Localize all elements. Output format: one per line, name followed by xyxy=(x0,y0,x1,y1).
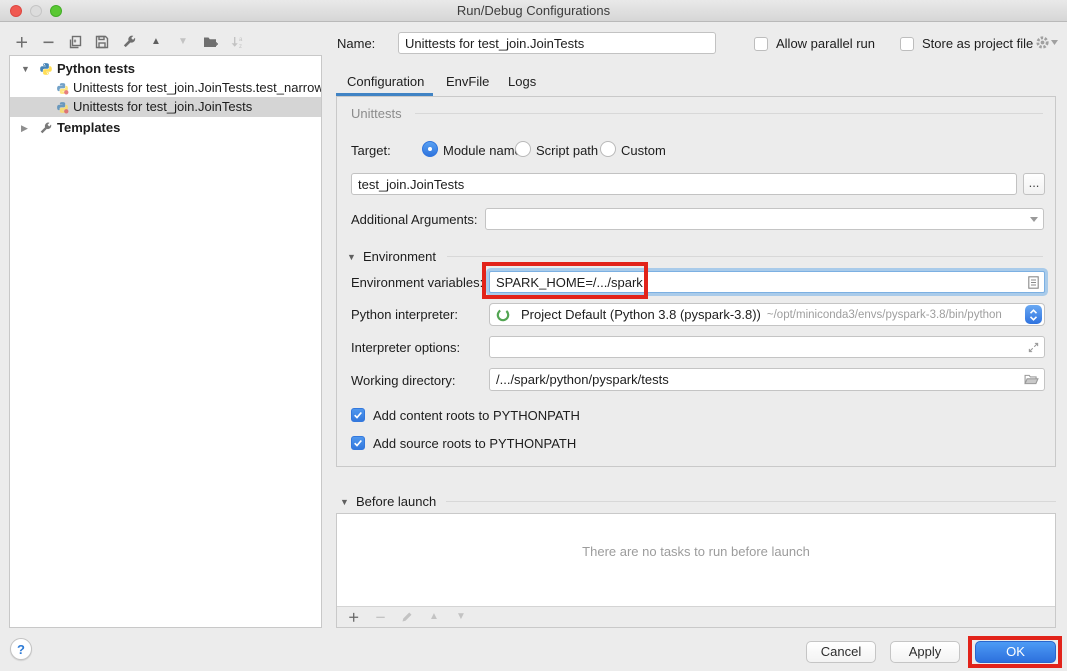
remove-icon[interactable] xyxy=(39,33,57,51)
add-source-roots-checkbox[interactable] xyxy=(351,436,365,450)
apply-button[interactable]: Apply xyxy=(890,641,960,663)
move-down-icon: ▼ xyxy=(454,610,468,624)
tree-node-unittests-test-narrow[interactable]: Unittests for test_join.JoinTests.test_n… xyxy=(10,78,321,98)
chevron-down-icon[interactable]: ▼ xyxy=(347,252,356,262)
svg-text:z: z xyxy=(239,44,242,49)
before-launch-label: Before launch xyxy=(356,494,436,509)
title-bar: Run/Debug Configurations xyxy=(0,0,1067,22)
environment-variables-label: Environment variables: xyxy=(351,275,483,290)
tree-node-label: Templates xyxy=(57,118,120,138)
remove-icon xyxy=(373,610,387,624)
stepper-icon[interactable] xyxy=(1025,305,1042,324)
working-directory-field[interactable] xyxy=(489,368,1045,391)
environment-group-label: Environment xyxy=(363,249,436,264)
copy-icon[interactable] xyxy=(66,33,84,51)
divider xyxy=(447,256,1043,257)
additional-arguments-input[interactable] xyxy=(486,212,1030,227)
python-interpreter-select[interactable]: Project Default (Python 3.8 (pyspark-3.8… xyxy=(489,303,1045,326)
expand-icon[interactable] xyxy=(1028,342,1039,353)
tree-node-label: Python tests xyxy=(57,59,135,79)
move-down-icon: ▼ xyxy=(174,33,192,51)
browse-button[interactable]: ... xyxy=(1023,173,1045,195)
python-interpreter-value: Project Default (Python 3.8 (pyspark-3.8… xyxy=(521,307,761,322)
add-content-roots-checkbox[interactable] xyxy=(351,408,365,422)
tree-node-templates[interactable]: ▶ Templates xyxy=(10,118,321,138)
divider xyxy=(446,501,1056,502)
allow-parallel-run-label: Allow parallel run xyxy=(776,36,875,51)
store-as-project-file-label: Store as project file xyxy=(922,36,1033,51)
interpreter-options-field[interactable] xyxy=(489,336,1045,358)
move-up-icon[interactable]: ▲ xyxy=(147,33,165,51)
name-label: Name: xyxy=(337,36,375,51)
name-input[interactable] xyxy=(398,32,716,54)
gear-icon[interactable] xyxy=(1035,35,1058,50)
radio-module-name[interactable] xyxy=(422,141,438,157)
conda-environment-icon xyxy=(496,308,510,322)
edit-templates-wrench-icon[interactable] xyxy=(120,33,138,51)
python-test-config-icon xyxy=(56,100,69,117)
add-icon[interactable] xyxy=(346,610,360,624)
save-icon[interactable] xyxy=(93,33,111,51)
python-interpreter-path: ~/opt/miniconda3/envs/pyspark-3.8/bin/py… xyxy=(767,309,1025,321)
interpreter-options-label: Interpreter options: xyxy=(351,340,460,355)
wrench-icon xyxy=(39,121,52,138)
edit-icon xyxy=(400,610,414,624)
tab-logs[interactable]: Logs xyxy=(508,70,536,94)
browse-variables-icon[interactable] xyxy=(1028,276,1039,289)
module-name-input[interactable] xyxy=(351,173,1017,195)
store-as-project-file-checkbox[interactable] xyxy=(900,37,914,51)
cancel-button[interactable]: Cancel xyxy=(806,641,876,663)
radio-script-path-label: Script path xyxy=(536,143,598,158)
radio-custom[interactable] xyxy=(600,141,616,157)
divider xyxy=(415,113,1043,114)
help-button[interactable]: ? xyxy=(10,638,32,660)
tree-node-label: Unittests for test_join.JoinTests xyxy=(73,97,252,117)
target-label: Target: xyxy=(351,143,391,158)
tree-node-label: Unittests for test_join.JoinTests.test_n… xyxy=(73,78,321,98)
chevron-down-icon[interactable]: ▼ xyxy=(340,497,349,507)
environment-variables-input[interactable] xyxy=(490,275,1028,290)
configurations-toolbar: ▲ ▼ az xyxy=(12,32,246,52)
tab-configuration[interactable]: Configuration xyxy=(347,70,424,94)
python-interpreter-label: Python interpreter: xyxy=(351,307,458,322)
radio-custom-label: Custom xyxy=(621,143,666,158)
svg-text:a: a xyxy=(239,37,243,43)
window-title: Run/Debug Configurations xyxy=(0,0,1067,22)
python-test-config-icon xyxy=(56,81,69,98)
before-launch-empty-message: There are no tasks to run before launch xyxy=(337,544,1055,559)
chevron-down-icon[interactable] xyxy=(1030,217,1038,222)
before-launch-toolbar: ▲ ▼ xyxy=(337,606,1055,627)
allow-parallel-run-checkbox[interactable] xyxy=(754,37,768,51)
working-directory-label: Working directory: xyxy=(351,373,456,388)
interpreter-options-input[interactable] xyxy=(490,340,1028,355)
move-up-icon: ▲ xyxy=(427,610,441,624)
radio-module-name-label: Module name xyxy=(443,143,522,158)
run-debug-configurations-dialog: Run/Debug Configurations ▲ ▼ az ▼ Python… xyxy=(0,0,1067,671)
configuration-panel: Unittests Target: Module name Script pat… xyxy=(336,96,1056,467)
tree-node-python-tests[interactable]: ▼ Python tests xyxy=(10,59,321,79)
chevron-down-icon[interactable]: ▼ xyxy=(21,59,30,79)
unittests-group-label: Unittests xyxy=(351,106,402,121)
radio-script-path[interactable] xyxy=(515,141,531,157)
configurations-tree: ▼ Python tests Unittests for test_join.J… xyxy=(9,55,322,628)
add-icon[interactable] xyxy=(12,33,30,51)
additional-arguments-field[interactable] xyxy=(485,208,1044,230)
tree-node-unittests-jointests[interactable]: Unittests for test_join.JoinTests xyxy=(10,97,321,117)
environment-variables-field[interactable] xyxy=(489,271,1045,293)
tab-envfile[interactable]: EnvFile xyxy=(446,70,489,94)
sort-alphabetically-icon: az xyxy=(228,33,246,51)
ok-button[interactable]: OK xyxy=(975,641,1056,663)
python-icon xyxy=(39,62,53,79)
chevron-right-icon[interactable]: ▶ xyxy=(21,118,28,138)
folder-icon[interactable] xyxy=(1024,374,1039,385)
add-source-roots-label: Add source roots to PYTHONPATH xyxy=(373,436,576,451)
additional-arguments-label: Additional Arguments: xyxy=(351,212,477,227)
working-directory-input[interactable] xyxy=(490,372,1024,387)
new-folder-icon[interactable] xyxy=(201,33,219,51)
add-content-roots-label: Add content roots to PYTHONPATH xyxy=(373,408,580,423)
before-launch-panel: There are no tasks to run before launch … xyxy=(336,513,1056,628)
